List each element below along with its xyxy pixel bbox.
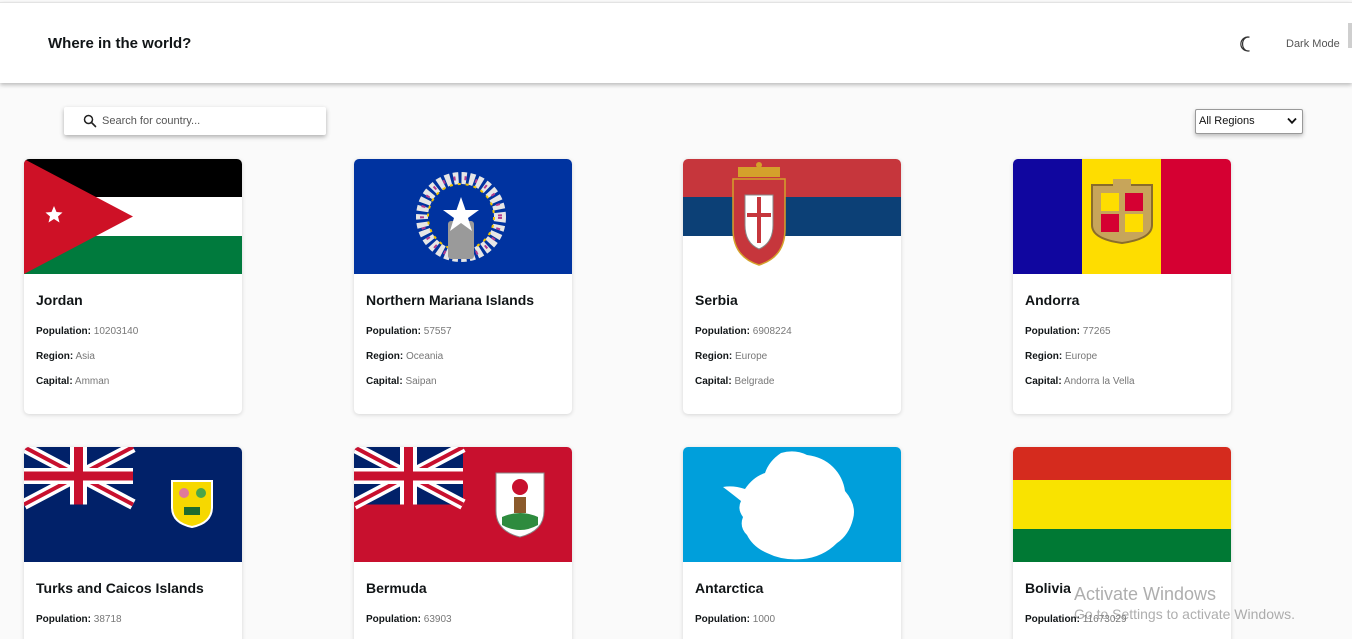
country-name: Bolivia xyxy=(1025,580,1071,596)
flag-antarctica xyxy=(683,447,901,562)
flag-bolivia xyxy=(1013,447,1231,562)
moon-icon xyxy=(1240,36,1250,52)
flag-turks-and-caicos-islands xyxy=(24,447,242,562)
country-population: Population: 6908224 xyxy=(695,326,792,337)
search-icon xyxy=(83,114,97,128)
flag-bermuda xyxy=(354,447,572,562)
country-card[interactable]: Serbia Population: 6908224 Region: Europ… xyxy=(683,159,901,414)
country-capital: Capital: Belgrade xyxy=(695,376,775,387)
country-name: Andorra xyxy=(1025,292,1080,308)
chevron-down-icon xyxy=(1287,117,1297,125)
country-name: Jordan xyxy=(36,292,83,308)
search-input[interactable] xyxy=(102,112,312,130)
region-filter-select[interactable]: All Regions xyxy=(1195,109,1303,134)
country-region: Region: Oceania xyxy=(366,351,444,362)
country-name: Northern Mariana Islands xyxy=(366,292,535,308)
country-card[interactable]: Bermuda Population: 63903 xyxy=(354,447,572,639)
country-name: Turks and Caicos Islands xyxy=(36,580,204,596)
country-card[interactable]: Jordan Population: 10203140 Region: Asia… xyxy=(24,159,242,414)
country-region: Region: Europe xyxy=(1025,351,1098,362)
country-population: Population: 63903 xyxy=(366,614,452,625)
country-population: Population: 10203140 xyxy=(36,326,139,337)
country-population: Population: 38718 xyxy=(36,614,122,625)
search-box[interactable] xyxy=(64,107,326,135)
country-card[interactable]: Andorra Population: 77265 Region: Europe… xyxy=(1013,159,1231,414)
country-region: Region: Europe xyxy=(695,351,768,362)
flag-northern-mariana-islands xyxy=(354,159,572,274)
page: Where in the world? Dark Mode All Region… xyxy=(0,0,1352,639)
country-name: Serbia xyxy=(695,292,738,308)
country-capital: Capital: Andorra la Vella xyxy=(1025,376,1135,387)
app-title: Where in the world? xyxy=(48,35,192,52)
country-capital: Capital: Saipan xyxy=(366,376,437,387)
dark-mode-label: Dark Mode xyxy=(1286,38,1340,50)
country-population: Population: 77265 xyxy=(1025,326,1111,337)
country-capital: Capital: Amman xyxy=(36,376,110,387)
country-region: Region: Asia xyxy=(36,351,95,362)
country-population: Population: 1000 xyxy=(695,614,776,625)
region-filter-value: All Regions xyxy=(1199,115,1255,127)
scrollbar-thumb[interactable] xyxy=(1348,23,1352,48)
flag-serbia xyxy=(683,159,901,274)
country-population: Population: 11673029 xyxy=(1025,614,1127,625)
country-card[interactable]: Turks and Caicos Islands Population: 387… xyxy=(24,447,242,639)
country-card[interactable]: Northern Mariana Islands Population: 575… xyxy=(354,159,572,414)
country-name: Antarctica xyxy=(695,580,764,596)
flag-jordan xyxy=(24,159,242,274)
country-card[interactable]: Bolivia Population: 11673029 xyxy=(1013,447,1231,639)
country-name: Bermuda xyxy=(366,580,427,596)
country-population: Population: 57557 xyxy=(366,326,452,337)
top-bar: Where in the world? Dark Mode xyxy=(0,2,1352,83)
flag-andorra xyxy=(1013,159,1231,274)
dark-mode-toggle[interactable]: Dark Mode xyxy=(1234,33,1352,57)
country-card[interactable]: Antarctica Population: 1000 xyxy=(683,447,901,639)
